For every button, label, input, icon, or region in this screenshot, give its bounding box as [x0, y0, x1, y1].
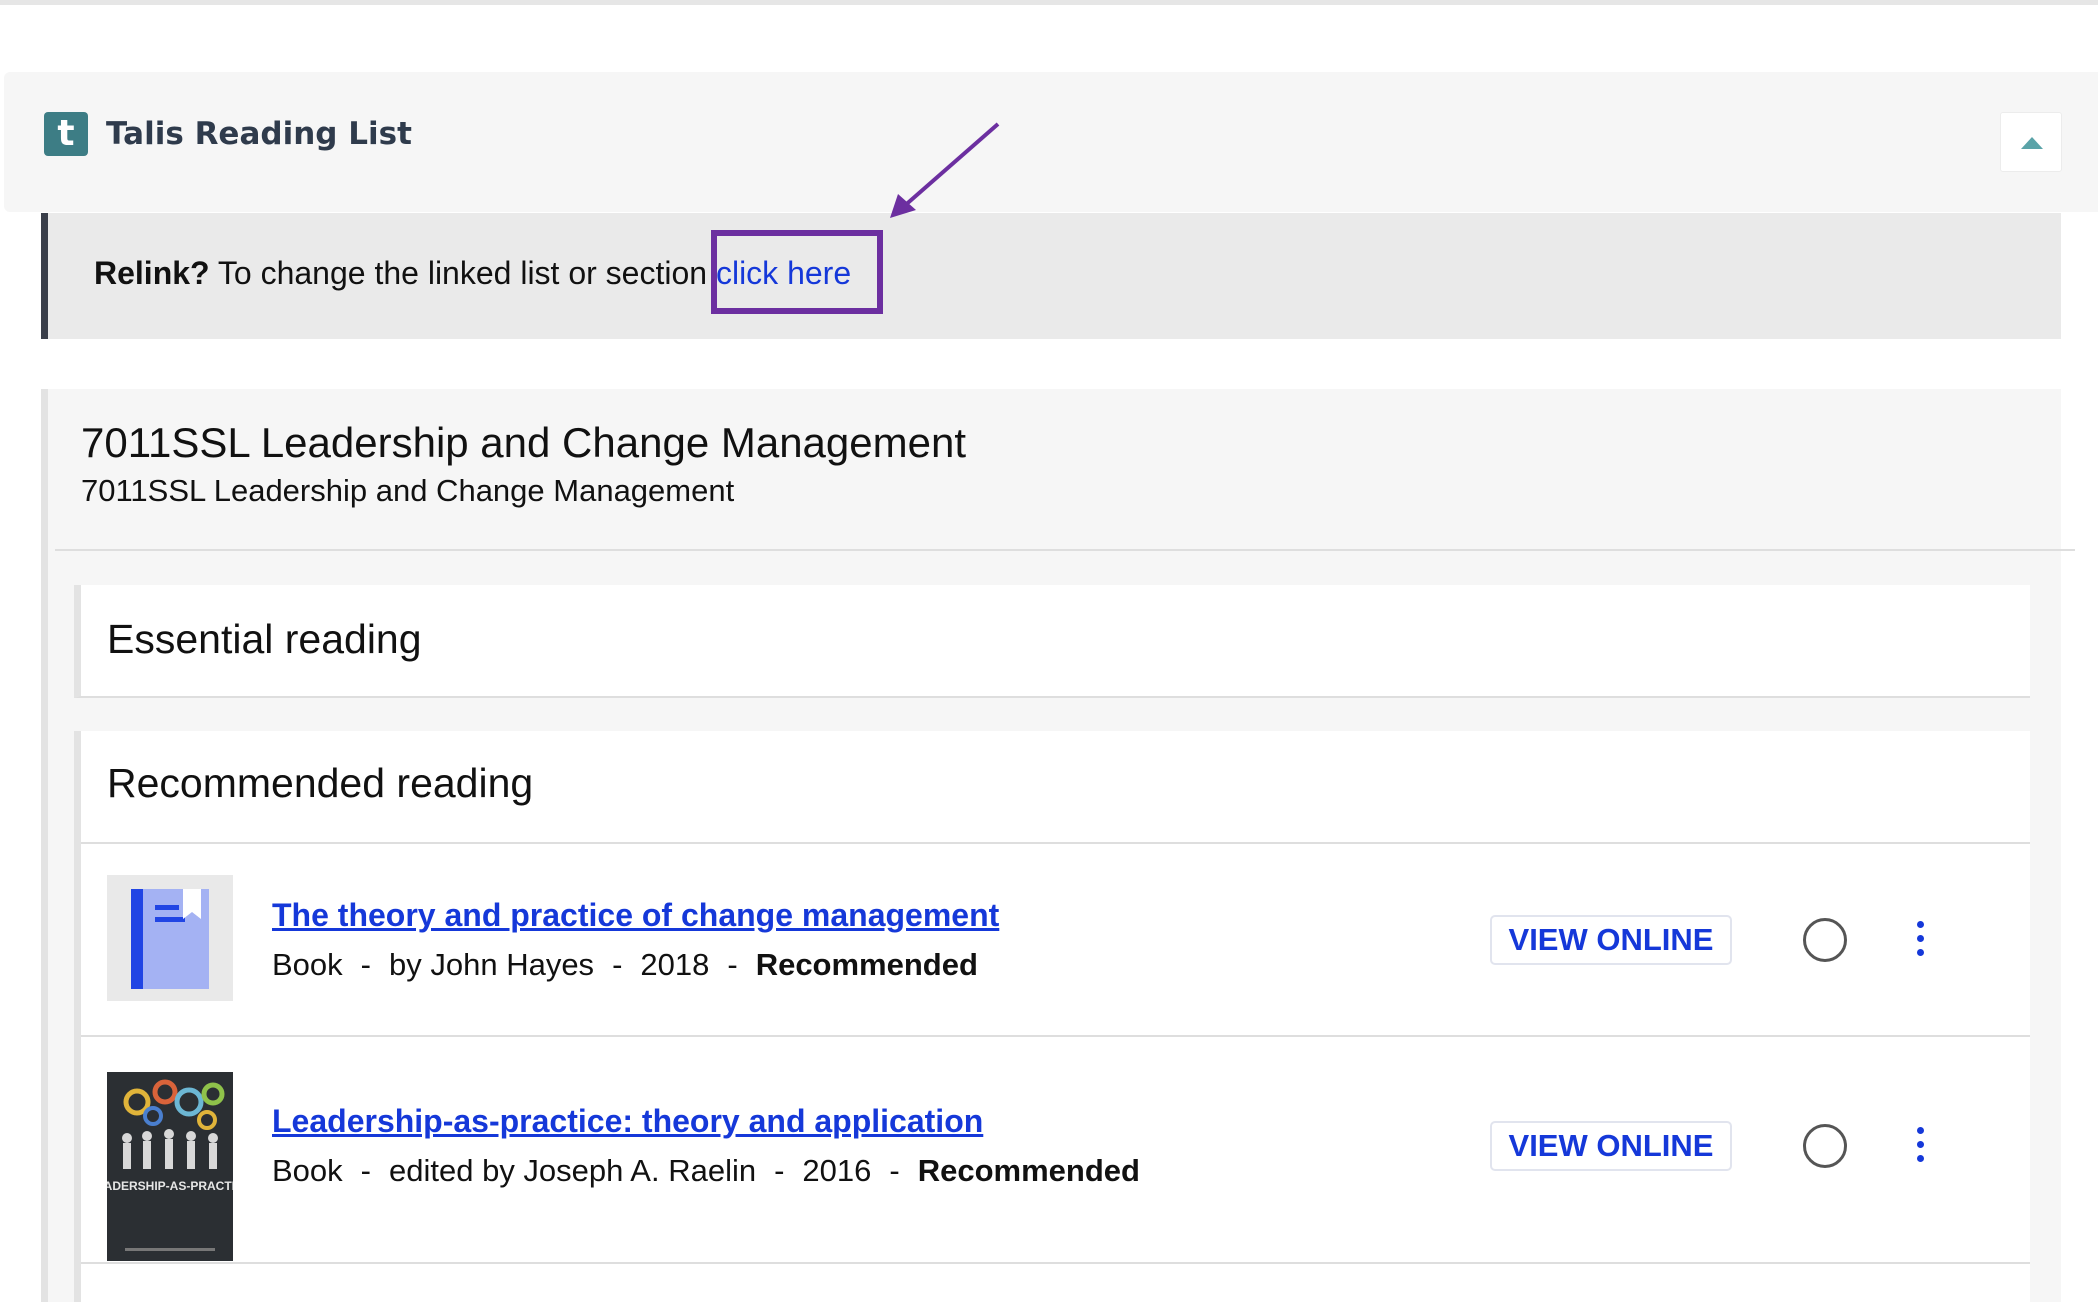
relink-message: Relink? To change the linked list or sec…	[94, 255, 851, 292]
more-options-icon[interactable]	[1915, 921, 1927, 961]
read-status-toggle[interactable]	[1803, 918, 1847, 962]
book-cover-icon: LEADERSHIP-AS-PRACTICE	[107, 1072, 233, 1261]
collapse-button[interactable]	[2000, 112, 2062, 172]
list-title: 7011SSL Leadership and Change Management	[81, 419, 966, 466]
relink-label: Relink?	[94, 255, 210, 291]
item-type: Book	[272, 1153, 343, 1188]
item-importance: Recommended	[917, 1153, 1140, 1188]
annotation-arrow-icon	[890, 122, 1000, 218]
chevron-up-icon	[2021, 137, 2043, 149]
relink-notice: Relink? To change the linked list or sec…	[41, 213, 2061, 339]
talis-logo-icon: t	[44, 112, 88, 156]
divider	[55, 549, 2075, 551]
item-meta: Book - edited by Joseph A. Raelin -2016- Rec…	[272, 1153, 1140, 1188]
book-cover-image: LEADERSHIP-AS-PRACTICE	[107, 1072, 233, 1261]
view-online-button[interactable]: VIEW ONLINE	[1490, 915, 1732, 965]
item-title-link[interactable]: Leadership-as-practice: theory and appli…	[272, 1103, 983, 1140]
divider	[81, 842, 2030, 844]
item-author: by John Hayes	[389, 947, 595, 982]
more-options-icon[interactable]	[1915, 1127, 1927, 1167]
relink-click-here-link[interactable]: click here	[716, 255, 851, 291]
item-author: edited by Joseph A. Raelin	[389, 1153, 757, 1188]
list-item: LEADERSHIP-AS-PRACTICE Leadership-as-pra…	[81, 1037, 2030, 1264]
talis-reading-list-header: t Talis Reading List	[4, 72, 2098, 212]
widget-title: Talis Reading List	[106, 116, 412, 152]
item-importance: Recommended	[755, 947, 978, 982]
section-recommended-reading: Recommended reading The theory and pract…	[74, 731, 2030, 1302]
cover-title: LEADERSHIP-AS-PRACTICE	[107, 1179, 233, 1193]
view-online-button[interactable]: VIEW ONLINE	[1490, 1121, 1732, 1171]
section-heading: Essential reading	[107, 616, 422, 662]
top-border	[0, 0, 2098, 5]
book-icon	[131, 889, 209, 989]
item-title-link[interactable]: The theory and practice of change manage…	[272, 897, 999, 934]
item-year: 2016	[802, 1153, 872, 1188]
section-essential-reading[interactable]: Essential reading	[74, 585, 2030, 698]
item-meta: Book - by John Hayes -2018- Recommended	[272, 947, 978, 982]
book-placeholder-icon	[107, 875, 233, 1001]
item-year: 2018	[640, 947, 710, 982]
item-type: Book	[272, 947, 343, 982]
relink-description: To change the linked list or section	[209, 255, 716, 291]
list-item: The theory and practice of change manage…	[81, 845, 2030, 1037]
section-heading[interactable]: Recommended reading	[107, 760, 533, 807]
list-subtitle: 7011SSL Leadership and Change Management	[81, 473, 735, 508]
read-status-toggle[interactable]	[1803, 1124, 1847, 1168]
